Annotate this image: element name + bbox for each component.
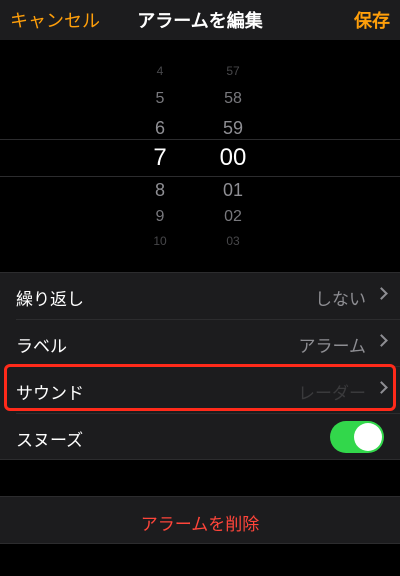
hour-option: 6	[154, 118, 165, 138]
hour-option: 7	[153, 144, 167, 171]
time-picker[interactable]: 4 5 6 7 8 9 10 57 58 59 00 01 02 03	[0, 40, 400, 272]
minute-option: 01	[222, 180, 244, 200]
label-row[interactable]: ラベル アラーム	[0, 320, 400, 366]
chevron-right-icon	[375, 334, 388, 347]
hour-option: 10	[153, 234, 167, 248]
chevron-right-icon	[375, 287, 388, 300]
repeat-label: 繰り返し	[16, 290, 84, 310]
minute-option: 58	[224, 90, 242, 107]
repeat-row[interactable]: 繰り返し しない	[0, 273, 400, 319]
minute-option: 59	[222, 118, 244, 138]
snooze-label: スヌーズ	[16, 431, 84, 451]
label-value: アラーム	[298, 337, 367, 357]
repeat-value: しない	[315, 290, 366, 310]
minute-option: 00	[219, 144, 247, 171]
minute-option: 02	[224, 208, 242, 225]
hour-option: 5	[155, 90, 165, 107]
navigation-bar: キャンセル アラームを編集 保存	[0, 0, 400, 40]
snooze-toggle[interactable]	[330, 421, 384, 453]
delete-group: アラームを削除	[0, 496, 400, 544]
hour-option: 4	[156, 64, 164, 78]
minute-option: 03	[226, 234, 240, 248]
highlight-box	[4, 364, 396, 411]
minute-option: 57	[226, 64, 240, 78]
hour-wheel[interactable]: 4 5 6 7 8 9 10	[120, 40, 200, 272]
snooze-row: スヌーズ	[0, 414, 400, 460]
page-title: アラームを編集	[137, 11, 263, 32]
label-label: ラベル	[16, 337, 67, 357]
minute-wheel[interactable]: 57 58 59 00 01 02 03	[193, 40, 273, 272]
toggle-knob	[354, 423, 382, 451]
delete-alarm-button[interactable]: アラームを削除	[0, 510, 400, 535]
hour-option: 9	[155, 208, 165, 225]
hour-option: 8	[154, 180, 165, 200]
save-button[interactable]: 保存	[354, 7, 390, 33]
